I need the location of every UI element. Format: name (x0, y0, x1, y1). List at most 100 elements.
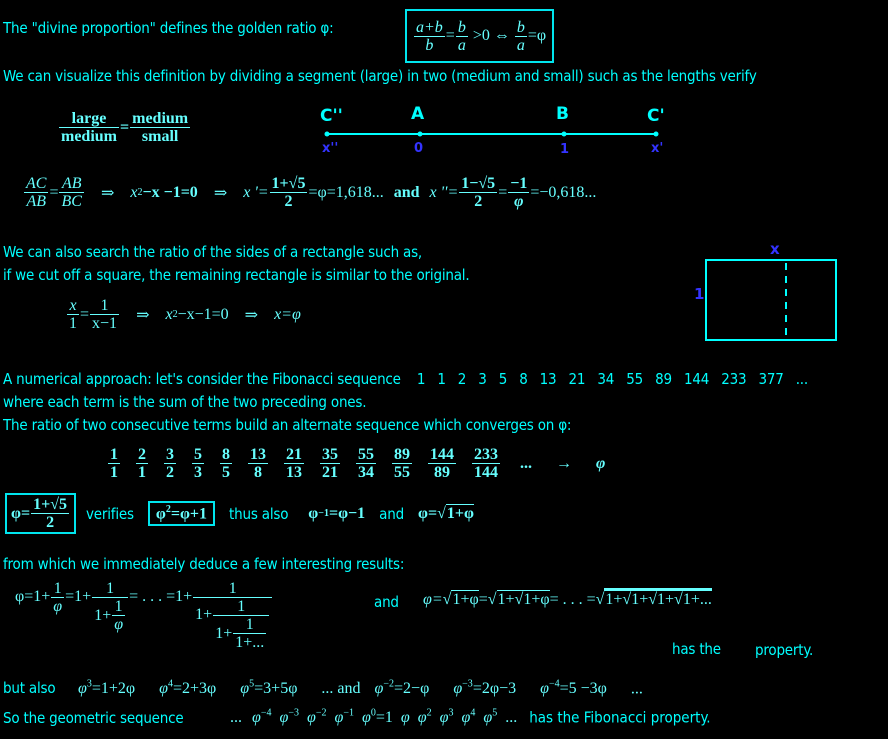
numerator: 144 (428, 446, 456, 464)
sqrt-argument-2: 1+√1+φ (496, 590, 550, 608)
denominator: 2 (46, 514, 55, 531)
fibonacci-term: 55 (626, 370, 656, 388)
denominator: 1 (110, 464, 118, 481)
numerator: 233 (472, 446, 500, 464)
numerator: b (516, 18, 525, 36)
numerator: 8 (220, 446, 232, 464)
denominator: φ (53, 598, 63, 615)
intro-text: The "divine proportion" defines the gold… (3, 19, 334, 37)
denominator: φ (114, 616, 124, 633)
verifies-word: verifies (86, 504, 134, 523)
numerator: AC (26, 175, 47, 192)
numerator: large (59, 110, 119, 128)
geometric-term: φ (400, 709, 410, 727)
fraction-1-over-phi: 1φ (51, 580, 65, 615)
x-equals-phi: x=φ (274, 305, 301, 323)
label-c-double-prime: C'' (320, 106, 343, 126)
fibonacci-sequence: 1 1 2 3 5 8 13 21 34 55 89 144 233 377 .… (417, 370, 808, 388)
ratio-sequence: 1 1 2 1 3 2 5 3 8 5 13 8 21 13 35 21 55 34 89 55 144 89 233 144… (100, 446, 617, 481)
innermost-fraction: 1 1+... (233, 616, 267, 651)
numerator: 5 (192, 446, 204, 464)
denominator: 5 (222, 464, 230, 481)
denominator: 1 (138, 464, 146, 481)
denominator: b (425, 36, 434, 54)
quadratic-rest: −x−1=0 (177, 305, 229, 323)
numerator: b (457, 18, 466, 36)
fibonacci-term: 8 (519, 370, 540, 388)
numerator: 21 (284, 446, 304, 464)
equals-dots-1-plus: = . . . =1+ (129, 588, 193, 605)
ellipsis: ... (505, 709, 518, 727)
equals-sign: = (120, 118, 130, 136)
var-x: x (130, 183, 138, 201)
denominator: AB (26, 193, 46, 210)
sqrt-argument-1: 1+φ (451, 590, 479, 608)
fibonacci-term: 3 (478, 370, 499, 388)
sqrt-argument: 1+φ (445, 504, 474, 522)
ratio-desc: The ratio of two consecutive terms build… (3, 416, 572, 434)
fibonacci-term: 377 (758, 370, 796, 388)
ellipsis: ... (230, 709, 242, 727)
numerator: 1 (51, 580, 65, 598)
equals-sign: = (498, 183, 508, 201)
rect-label-1: 1 (694, 285, 705, 303)
fraction-1-minus-sqrt5-over-2: 1−√5 2 (459, 175, 498, 210)
phi-powers: φ3=1+2φ φ4=2+3φ φ5=3+5φ ... and φ−2=2−φ φ−3=2… (78, 679, 643, 698)
continued-fraction: φ=1+ 1φ =1+ 1 1+ 1 φ = . . . =1+ 1 1+ 1 1+… (15, 580, 273, 651)
fraction-level-3: 1 1+ 1 1+ 1 1+... (193, 580, 273, 651)
fibonacci-term: ... (795, 370, 808, 388)
fibonacci-term: 1 (416, 370, 438, 388)
gt-zero-iff: >0 ⇔ (472, 27, 510, 44)
phi-squared-box: φ2=φ+1 (147, 500, 216, 527)
rectangle-diagram (705, 259, 837, 341)
one-plus: 1+ (215, 625, 233, 642)
fibonacci-term: 5 (498, 370, 520, 388)
denominator: 2 (284, 193, 293, 210)
denominator: φ (514, 193, 524, 210)
point-c-prime (653, 131, 659, 137)
fraction-medium-small: medium small (130, 110, 191, 145)
geometric-term: φ−3 (279, 708, 300, 727)
phi: φ (155, 505, 166, 523)
numerator: 1−√5 (459, 175, 498, 193)
property-text: property. (755, 641, 814, 659)
fraction-large-medium: large medium (59, 110, 119, 145)
numerator: 1+√5 (31, 496, 70, 514)
equals-sign: = (445, 27, 455, 44)
inner-denominator: 1+ 1 1+... (213, 616, 269, 651)
denominator: small (141, 128, 179, 145)
numerator: 1+√5 (269, 175, 308, 193)
denominator: a (457, 36, 466, 54)
ratio-fraction: 21 13 (284, 446, 304, 481)
point-b (561, 131, 567, 137)
sub-zero: 0 (414, 141, 424, 156)
phi-equals-sqrt: φ=√ (423, 591, 452, 608)
numerator: 35 (320, 446, 340, 464)
implies-arrow: ⇒ (244, 306, 259, 324)
geometric-term: φ0=1 (362, 708, 393, 727)
point-c-double-prime (324, 131, 330, 137)
fibonacci-term: 233 (721, 370, 759, 388)
phi-value: =φ=1,618... (308, 183, 384, 201)
phi-equals-1-plus: φ=1+ (15, 588, 51, 605)
fibonacci-term: 144 (683, 370, 722, 388)
and-word: and (379, 504, 404, 523)
denominator: 55 (394, 464, 410, 481)
numerator: 89 (392, 446, 412, 464)
equals-phi: =φ (527, 27, 547, 44)
one-plus: 1+ (195, 606, 213, 623)
has-the-text: has the (672, 640, 721, 658)
point-a (417, 131, 423, 137)
phi: φ (308, 504, 319, 522)
fraction-ab-bc: AB BC (59, 175, 84, 210)
fibonacci-term: 34 (597, 370, 627, 388)
phi-equals: φ= (11, 504, 31, 522)
numerator: 1 (112, 598, 126, 616)
golden-ratio-definition-box: a+b b = ba >0 ⇔ ba =φ (405, 9, 555, 63)
phi-minus-one: =φ−1 (328, 504, 366, 522)
denominator: 8 (254, 464, 262, 481)
ellipsis: ... (630, 680, 643, 698)
numerator: a+b (416, 18, 443, 36)
denominator: 1+ 1 φ (92, 598, 128, 633)
implies-arrow: ⇒ (100, 184, 115, 202)
